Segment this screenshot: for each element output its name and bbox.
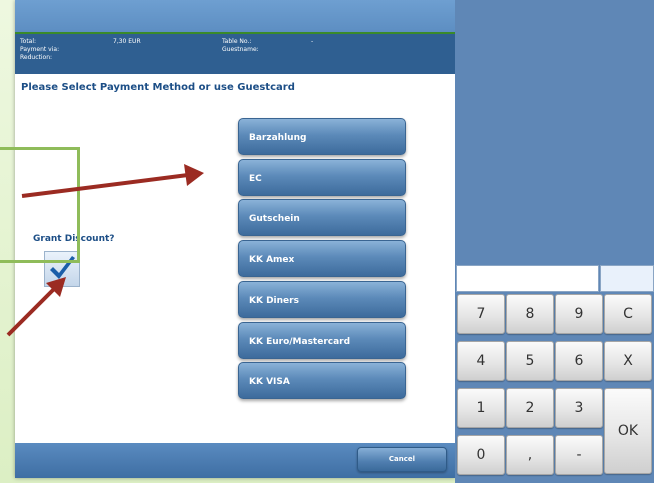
annotation-arrow-to-checkbox: [6, 285, 58, 337]
annotation-arrows: [6, 164, 204, 337]
annotation-arrow-to-buttons: [21, 173, 189, 198]
arrow-head-buttons: [184, 164, 204, 186]
